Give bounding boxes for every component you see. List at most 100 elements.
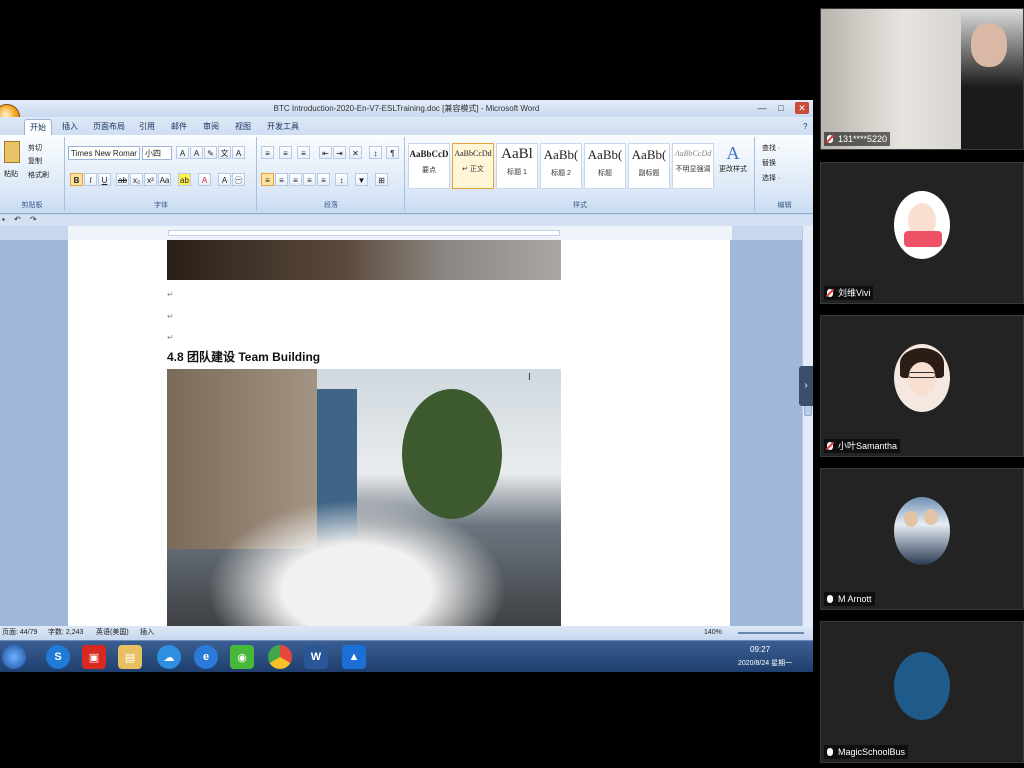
app-red-icon[interactable]: ▣ [82, 645, 106, 669]
subscript-button[interactable]: x₂ [130, 173, 143, 186]
clock-date[interactable]: 2020/8/24 星期一 [738, 658, 792, 668]
participant-tile[interactable]: 刘维Vivi [820, 162, 1024, 304]
tab-mailings[interactable]: 邮件 [166, 119, 192, 134]
show-marks-button[interactable]: ¶ [386, 146, 399, 159]
style-item[interactable]: AaBb( 标题 2 [540, 143, 582, 189]
font-label: 字体 [154, 202, 168, 209]
justify-button[interactable]: ≡ [303, 173, 316, 186]
style-item[interactable]: AaBl 标题 1 [496, 143, 538, 189]
change-case-button[interactable]: Aa [158, 173, 171, 186]
line-spacing-button[interactable]: ↕ [335, 173, 348, 186]
maximize-button[interactable]: □ [774, 102, 788, 114]
undo-icon[interactable]: ↶ [14, 215, 21, 224]
cut-button[interactable]: 剪切 [28, 143, 42, 153]
tab-view[interactable]: 视图 [230, 119, 256, 134]
horizontal-ruler[interactable] [68, 226, 732, 240]
enclose-char-button[interactable]: ㊀ [232, 173, 245, 186]
chinese-layout-button[interactable]: ✕ [349, 146, 362, 159]
underline-button[interactable]: U [98, 173, 111, 186]
tab-references[interactable]: 引用 [134, 119, 160, 134]
ruler-track [168, 230, 560, 236]
shrink-font-button[interactable]: A [190, 146, 203, 159]
avatar [894, 652, 950, 720]
wechat-icon[interactable]: ◉ [230, 645, 254, 669]
style-item[interactable]: AaBb( 副标题 [628, 143, 670, 189]
border-char-button[interactable]: A [232, 146, 245, 159]
participant-tile[interactable]: MagicSchoolBus [820, 621, 1024, 763]
shading-button[interactable]: ▼ [355, 173, 368, 186]
decrease-indent-button[interactable]: ⇤ [319, 146, 332, 159]
italic-button[interactable]: I [84, 173, 97, 186]
page-count[interactable]: 页面: 44/79 [2, 626, 37, 640]
help-icon[interactable]: ? [798, 119, 812, 134]
tab-home[interactable]: 开始 [24, 119, 52, 135]
ie-icon[interactable]: e [194, 645, 218, 669]
participant-name: M Arnott [824, 592, 875, 606]
close-button[interactable]: ✕ [795, 102, 809, 114]
zoom-slider[interactable] [738, 632, 804, 634]
select-button[interactable]: 选择 · [762, 173, 780, 183]
paste-button[interactable]: 粘贴 [4, 169, 18, 179]
word-icon[interactable]: W [304, 645, 328, 669]
align-right-button[interactable]: ≡ [289, 173, 302, 186]
numbering-button[interactable]: ≡ [279, 146, 292, 159]
vertical-scrollbar[interactable] [802, 226, 813, 626]
find-button[interactable]: 查找 · [762, 143, 780, 153]
multilevel-list-button[interactable]: ≡ [297, 146, 310, 159]
zoom-level[interactable]: 140% [704, 626, 722, 640]
format-painter-button[interactable]: 格式刷 [28, 170, 49, 180]
distributed-button[interactable]: ≡ [317, 173, 330, 186]
word-count[interactable]: 字数: 2,243 [48, 626, 83, 640]
font-name-field[interactable]: Times New Romar [68, 146, 140, 160]
photo-people [207, 499, 507, 626]
replace-button[interactable]: 替换 [762, 158, 776, 168]
clear-format-button[interactable]: ✎ [204, 146, 217, 159]
sort-button[interactable]: ↕ [369, 146, 382, 159]
language-status[interactable]: 英语(美国) [96, 626, 129, 640]
bold-button[interactable]: B [70, 173, 83, 186]
char-shading-button[interactable]: A [218, 173, 231, 186]
style-item[interactable]: AaBb( 标题 [584, 143, 626, 189]
participant-name: MagicSchoolBus [824, 745, 909, 759]
start-orb[interactable] [2, 645, 26, 669]
style-item[interactable]: AaBbCcDd 不明显强调 [672, 143, 714, 189]
cloud-icon[interactable]: ☁ [157, 645, 181, 669]
document-page[interactable]: ↵ ↵ ↵ 4.8 团队建设 Team Building I [68, 240, 730, 626]
tab-insert[interactable]: 插入 [57, 119, 83, 134]
grow-font-button[interactable]: A [176, 146, 189, 159]
tab-page-layout[interactable]: 页面布局 [88, 119, 130, 134]
save-icon[interactable]: ▪ [2, 215, 5, 224]
chrome-icon[interactable] [268, 645, 292, 669]
insert-mode[interactable]: 插入 [140, 626, 154, 640]
minimize-button[interactable]: — [755, 102, 769, 114]
superscript-button[interactable]: x² [144, 173, 157, 186]
style-item[interactable]: AaBbCcDd ↵ 正文 [452, 143, 494, 189]
collapse-panel-button[interactable]: › [799, 366, 813, 406]
phonetic-button[interactable]: 文 [218, 146, 231, 159]
strikethrough-button[interactable]: ab [116, 173, 129, 186]
participant-tile[interactable]: 131****5220 [820, 8, 1024, 150]
font-size-field[interactable]: 小四 [142, 146, 172, 160]
participant-tile[interactable]: 小叶Samantha [820, 315, 1024, 457]
style-name: 标题 [598, 170, 612, 177]
tab-developer[interactable]: 开发工具 [262, 119, 304, 134]
redo-icon[interactable]: ↷ [30, 215, 37, 224]
align-center-button[interactable]: ≡ [275, 173, 288, 186]
explorer-folder-icon[interactable]: ▤ [118, 645, 142, 669]
copy-button[interactable]: 复制 [28, 156, 42, 166]
bullets-button[interactable]: ≡ [261, 146, 274, 159]
highlight-button[interactable]: ab [178, 173, 191, 186]
change-styles-button[interactable]: A 更改样式 [718, 143, 748, 189]
sogou-icon[interactable]: S [46, 645, 70, 669]
participant-tile[interactable]: M Arnott [820, 468, 1024, 610]
increase-indent-button[interactable]: ⇥ [333, 146, 346, 159]
clock-time[interactable]: 09:27 [750, 645, 770, 654]
font-color-button[interactable]: A [198, 173, 211, 186]
ribbon: 粘贴 剪切 复制 格式刷 剪贴板 Times New Romar 小四 A A … [0, 135, 813, 214]
mountain-app-icon[interactable]: ▲ [342, 645, 366, 669]
align-left-button[interactable]: ≡ [261, 173, 274, 186]
style-item[interactable]: AaBbCcD 要点 [408, 143, 450, 189]
tab-review[interactable]: 审阅 [198, 119, 224, 134]
document-area: ↵ ↵ ↵ 4.8 团队建设 Team Building I [0, 240, 802, 626]
borders-button[interactable]: ⊞ [375, 173, 388, 186]
